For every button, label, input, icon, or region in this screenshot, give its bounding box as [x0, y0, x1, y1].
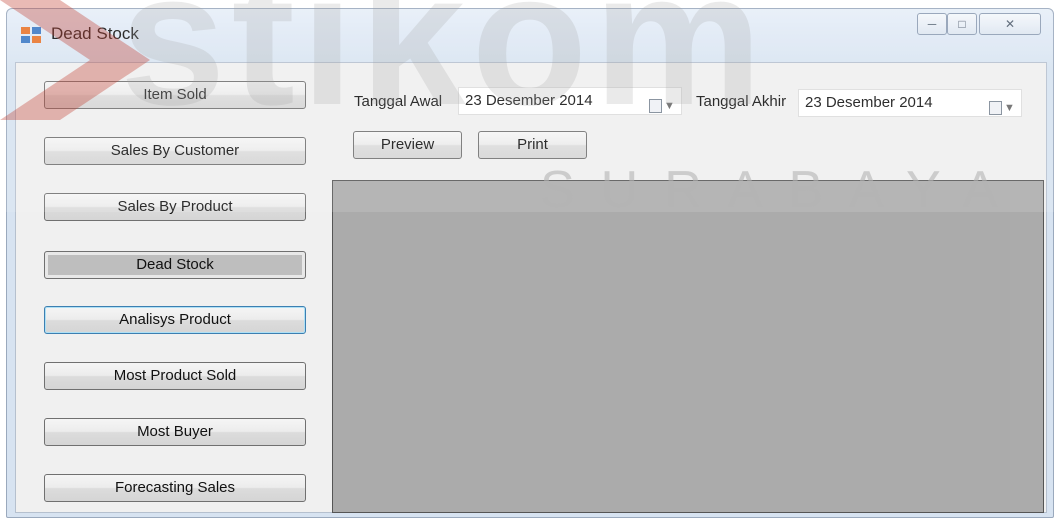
minimize-button[interactable]: ─	[917, 13, 947, 35]
analisys-product-button[interactable]: Analisys Product	[44, 306, 306, 334]
minimize-icon: ─	[927, 17, 937, 31]
maximize-button[interactable]: □	[947, 13, 977, 35]
calendar-icon	[989, 101, 1002, 116]
end-date-dropdown[interactable]: ▼	[989, 95, 1015, 116]
end-date-picker[interactable]: 23 Desember 2014 ▼	[798, 89, 1022, 117]
close-button[interactable]: ✕	[979, 13, 1041, 35]
close-icon: ✕	[1004, 17, 1016, 31]
forecasting-sales-button[interactable]: Forecasting Sales	[44, 474, 306, 502]
watermark-logo: stikom	[120, 0, 769, 145]
watermark-city: SURABAYA	[540, 161, 1024, 219]
most-product-sold-button[interactable]: Most Product Sold	[44, 362, 306, 390]
sales-by-product-button[interactable]: Sales By Product	[44, 193, 306, 221]
end-date-value: 23 Desember 2014	[805, 94, 933, 111]
chevron-down-icon: ▼	[1004, 102, 1015, 115]
most-buyer-button[interactable]: Most Buyer	[44, 418, 306, 446]
dead-stock-button[interactable]: Dead Stock	[44, 251, 306, 279]
maximize-icon: □	[958, 17, 966, 31]
report-viewer[interactable]	[332, 180, 1044, 513]
